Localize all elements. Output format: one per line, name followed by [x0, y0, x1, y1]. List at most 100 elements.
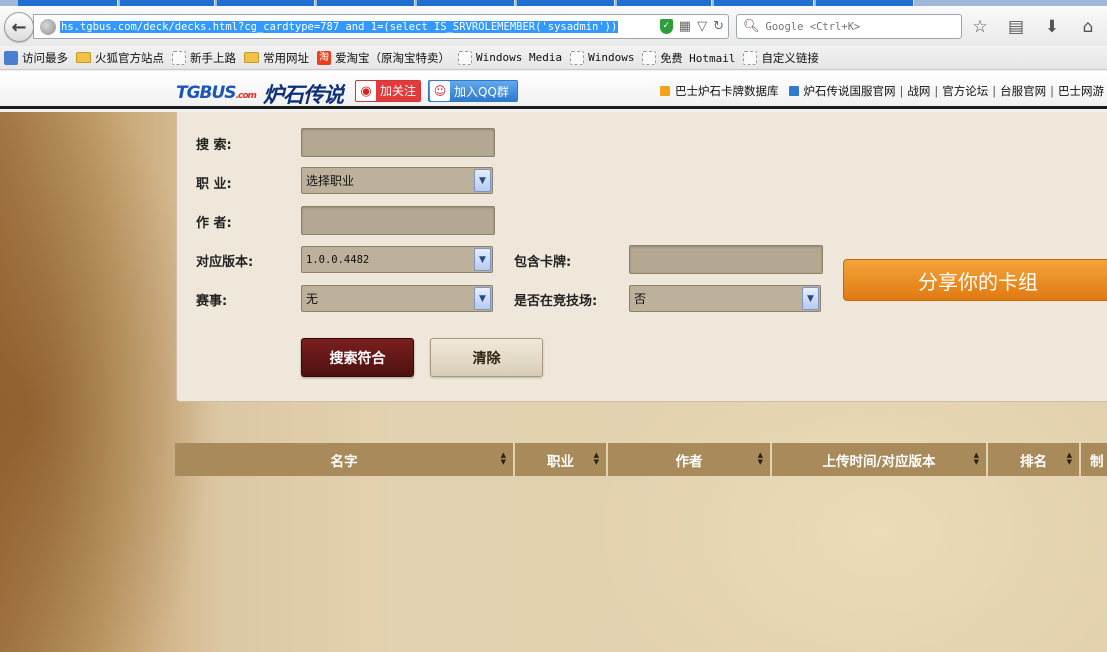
version-label: 对应版本: — [196, 255, 254, 270]
sort-icon[interactable]: ▲ ▼ — [1067, 452, 1072, 466]
card-field[interactable] — [629, 245, 823, 274]
bookmark-windows-media[interactable]: Windows Media — [458, 50, 563, 65]
url-bar-actions: ✓ ▦ ▽ ↻ — [659, 18, 724, 35]
sort-icon[interactable]: ▲ ▼ — [594, 452, 599, 466]
qr-code-icon[interactable]: ▦ — [679, 18, 691, 35]
class-select[interactable]: 选择职业 ▼ — [301, 167, 493, 194]
bookmark-hotmail[interactable]: 免费 Hotmail — [642, 50, 735, 66]
share-deck-button[interactable]: 分享你的卡组 — [843, 259, 1107, 301]
column-header-rank[interactable]: 排名 ▲ ▼ — [988, 443, 1081, 476]
shield-icon[interactable]: ✓ — [659, 19, 673, 34]
search-input[interactable] — [302, 129, 494, 156]
chevron-down-icon[interactable]: ▼ — [802, 287, 819, 310]
bookmark-label: 免费 Hotmail — [660, 51, 736, 65]
link-battlenet[interactable]: 战网 — [907, 83, 930, 99]
link-official-cn[interactable]: 炉石传说国服官网 — [804, 83, 896, 99]
version-select[interactable]: 1.0.0.4482 ▼ — [301, 246, 493, 273]
home-icon[interactable]: ⌂ — [1076, 16, 1100, 38]
search-icon: 🔍︎ — [743, 19, 760, 34]
most-visited-icon — [4, 50, 18, 65]
download-icon[interactable]: ⬇ — [1040, 16, 1064, 38]
clear-button[interactable]: 清除 — [430, 338, 543, 377]
event-label: 赛事: — [196, 294, 228, 309]
page-icon — [743, 50, 758, 65]
search-field[interactable] — [301, 128, 495, 157]
column-header-author[interactable]: 作者 ▲ ▼ — [608, 443, 772, 476]
database-icon — [660, 86, 670, 96]
search-button[interactable]: 搜索符合 — [301, 338, 414, 377]
dropdown-icon[interactable]: ▽ — [697, 18, 707, 35]
chevron-down-icon[interactable]: ▼ — [474, 287, 491, 310]
site-links: 巴士炉石卡牌数据库 炉石传说国服官网 | 战网 | 官方论坛 | 台服官网 | … — [660, 83, 1104, 99]
logo-suffix: .com — [235, 91, 257, 101]
search-input[interactable] — [765, 20, 946, 33]
page-icon — [458, 50, 472, 65]
page-icon — [570, 50, 585, 65]
separator: | — [992, 84, 997, 98]
search-label: 搜 索: — [196, 138, 232, 153]
column-label: 上传时间/对应版本 — [822, 453, 936, 470]
bookmark-firefox-sites[interactable]: 火狐官方站点 — [76, 50, 164, 66]
url-bar[interactable]: hs.tgbus.com/deck/decks.html?cg_cardtype… — [33, 14, 729, 39]
separator: | — [934, 84, 939, 98]
separator: | — [1050, 84, 1054, 98]
site-identity-icon[interactable] — [40, 18, 56, 35]
game-logo[interactable]: 炉石传说 — [263, 79, 344, 109]
bookmark-custom-links[interactable]: 自定义链接 — [743, 50, 819, 66]
arena-select[interactable]: 否 ▼ — [629, 285, 821, 312]
reload-icon[interactable]: ↻ — [713, 18, 724, 35]
author-field[interactable] — [301, 206, 495, 235]
bookmark-common-urls[interactable]: 常用网址 — [244, 50, 309, 66]
chevron-down-icon[interactable]: ▼ — [474, 169, 491, 192]
column-header-name[interactable]: 名字 ▲ ▼ — [175, 443, 515, 476]
sort-icon[interactable]: ▲ ▼ — [758, 452, 763, 466]
card-label: 包含卡牌: — [514, 255, 572, 270]
link-taiwan-official[interactable]: 台服官网 — [1000, 83, 1046, 99]
column-label: 名字 — [330, 453, 358, 470]
card-input[interactable] — [630, 246, 822, 273]
page-icon — [642, 50, 657, 65]
separator: | — [899, 84, 904, 98]
link-card-database[interactable]: 巴士炉石卡牌数据库 — [675, 83, 779, 99]
qq-group-label: 加入QQ群 — [454, 84, 509, 99]
bookmark-label: Windows Media — [476, 51, 563, 64]
column-header-class[interactable]: 职业 ▲ ▼ — [515, 443, 608, 476]
event-select[interactable]: 无 ▼ — [301, 285, 493, 312]
sort-icon[interactable]: ▲ ▼ — [501, 452, 506, 466]
bookmark-taobao[interactable]: 淘爱淘宝（原淘宝特卖） — [317, 50, 450, 66]
toolbar-buttons: ☆ ▤ ⬇ ⌂ — [968, 16, 1100, 38]
link-tgbus-online[interactable]: 巴士网游 — [1058, 83, 1104, 99]
author-input[interactable] — [302, 207, 494, 234]
url-text[interactable]: hs.tgbus.com/deck/decks.html?cg_cardtype… — [60, 20, 619, 33]
sort-icon[interactable]: ▲ ▼ — [974, 452, 979, 466]
bookmark-star-icon[interactable]: ☆ — [968, 16, 992, 38]
bookmark-windows[interactable]: Windows — [570, 50, 634, 65]
bookmarks-menu-icon[interactable]: ▤ — [1004, 16, 1028, 38]
back-arrow-icon: ← — [11, 16, 27, 38]
tgbus-logo[interactable]: TGBUS.com — [176, 83, 257, 103]
class-select-value: 选择职业 — [306, 174, 355, 188]
link-official-forum[interactable]: 官方论坛 — [942, 83, 988, 99]
bookmark-getting-started[interactable]: 新手上路 — [172, 50, 236, 66]
taobao-icon: 淘 — [317, 50, 331, 65]
bookmark-label: 新手上路 — [190, 50, 236, 65]
bookmarks-bar: 访问最多 火狐官方站点 新手上路 常用网址 淘爱淘宝（原淘宝特卖） Window… — [0, 46, 1107, 70]
arena-select-value: 否 — [634, 292, 647, 306]
column-header-maker[interactable]: 制 — [1081, 443, 1107, 476]
arena-label: 是否在竞技场: — [514, 294, 598, 309]
search-bar[interactable]: 🔍︎ — [736, 14, 962, 39]
qq-icon: ☺ — [430, 81, 450, 101]
bookmark-most-visited[interactable]: 访问最多 — [4, 50, 68, 66]
back-button[interactable]: ← — [4, 12, 34, 42]
bookmark-label: 火狐官方站点 — [95, 50, 164, 65]
weibo-follow-button[interactable]: ◉ 加关注 — [355, 80, 422, 102]
results-table-header: 名字 ▲ ▼ 职业 ▲ ▼ 作者 ▲ ▼ 上传时间/对应版本 ▲ ▼ 排名 ▲ ▼ 制 — [175, 443, 1107, 476]
chevron-down-icon[interactable]: ▼ — [474, 248, 491, 271]
folder-icon — [244, 52, 259, 63]
page-icon — [172, 50, 186, 65]
column-label: 制 — [1090, 453, 1104, 470]
weibo-follow-label: 加关注 — [376, 81, 421, 101]
qq-group-button[interactable]: ☺ 加入QQ群 — [428, 80, 518, 102]
bookmark-label: 爱淘宝（原淘宝特卖） — [335, 50, 450, 65]
column-header-upload-time[interactable]: 上传时间/对应版本 ▲ ▼ — [772, 443, 988, 476]
